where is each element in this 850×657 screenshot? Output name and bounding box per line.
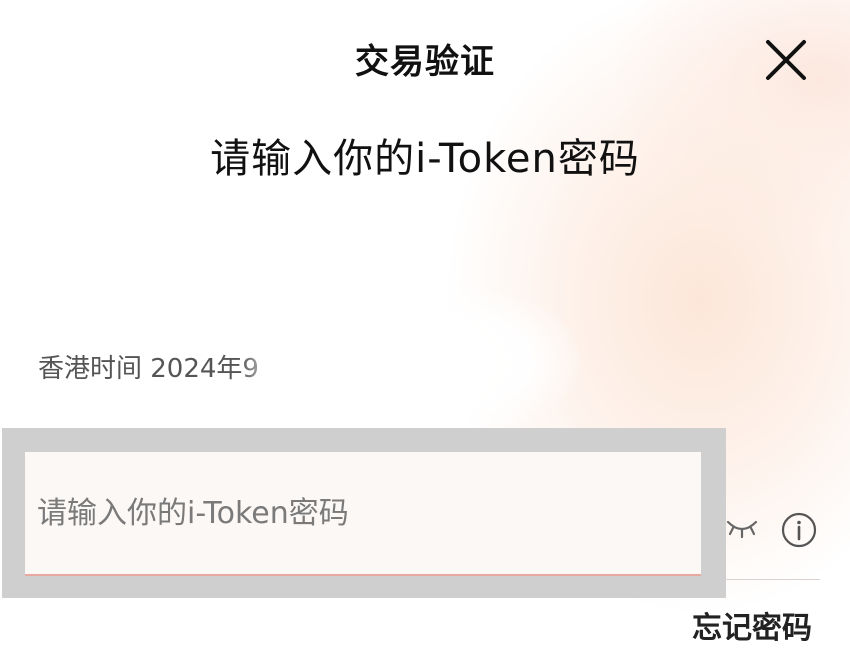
close-button[interactable]: [760, 34, 812, 86]
close-icon: [766, 40, 806, 80]
dialog-title: 交易验证: [355, 42, 495, 82]
background-glow: [360, 290, 580, 430]
hong-kong-timestamp: 香港时间 2024年9: [38, 354, 259, 384]
info-button[interactable]: [780, 511, 818, 549]
transaction-verification-page: 交易验证 请输入你的i-Token密码 香港时间 2024年9 忘记密码: [0, 0, 850, 657]
password-input[interactable]: [25, 452, 701, 576]
password-prompt-heading: 请输入你的i-Token密码: [210, 136, 640, 182]
info-icon: [781, 512, 817, 548]
timestamp-fade: [240, 340, 300, 384]
field-divider: [726, 579, 820, 580]
visibility-toggle[interactable]: [724, 514, 760, 544]
forgot-password-link[interactable]: 忘记密码: [692, 603, 812, 647]
eye-closed-icon: [726, 520, 758, 539]
